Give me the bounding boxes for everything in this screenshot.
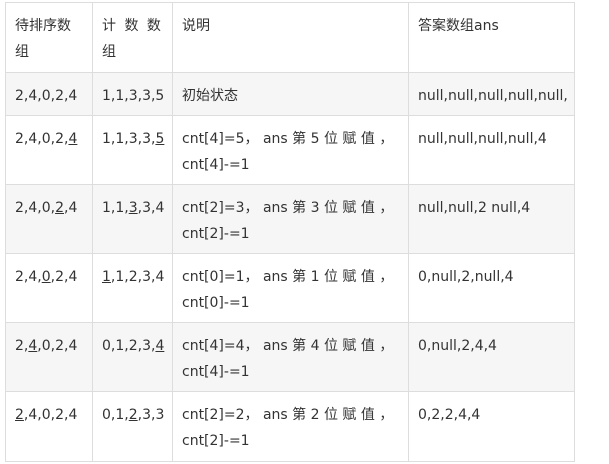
description-line: cnt[2]-=1 xyxy=(182,433,250,449)
cnt-text-before: 0,1,2,3, xyxy=(102,338,156,354)
description-line: cnt[4]-=1 xyxy=(182,364,250,380)
description-line: cnt[0]-=1 xyxy=(182,295,250,311)
arr-text-after: ,4,0,2,4 xyxy=(23,407,78,423)
description-line: cnt[2]=3， ans 第 3 位 赋 值 ， xyxy=(182,200,394,216)
answer-array-cell: null,null,null,null,4 xyxy=(408,115,575,185)
count-array-cell: 0,1,2,3,4 xyxy=(92,322,173,392)
arr-text-before: 2, xyxy=(15,338,29,354)
description-line: cnt[2]=2， ans 第 2 位 赋 值 ， xyxy=(182,407,394,423)
header-cell-unsorted-array: 待排序数组 xyxy=(5,2,93,73)
arr-text-before: 2,4,0,2,4 xyxy=(15,88,78,104)
answer-array-cell: 0,null,2,4,4 xyxy=(408,322,575,392)
table-row: 2,4,0,2,4 1,1,3,3,5 cnt[4]=5， ans 第 5 位 … xyxy=(5,115,575,185)
cnt-highlighted-value: 1 xyxy=(102,269,111,285)
unsorted-array-cell: 2,4,0,2,4 xyxy=(5,184,93,254)
description-cell: cnt[4]=4， ans 第 4 位 赋 值 ， cnt[4]-=1 xyxy=(172,322,409,392)
cnt-text-after: ,3,4 xyxy=(137,200,165,216)
arr-text-before: 2,4,0,2, xyxy=(15,131,69,147)
arr-text-after: ,2,4 xyxy=(50,269,78,285)
header-label: 答案数组ans xyxy=(418,18,499,34)
unsorted-array-cell: 2,4,0,2,4 xyxy=(5,391,93,462)
description-cell: cnt[4]=5， ans 第 5 位 赋 值 ， cnt[4]-=1 xyxy=(172,115,409,185)
table-header-row: 待排序数组 计 数 数组 说明 答案数组ans xyxy=(5,2,575,73)
description-line: cnt[4]-=1 xyxy=(182,157,250,173)
description-cell: cnt[0]=1， ans 第 1 位 赋 值 ， cnt[0]-=1 xyxy=(172,253,409,323)
description-line: cnt[2]-=1 xyxy=(182,226,250,242)
description-line: 初始状态 xyxy=(182,88,238,104)
answer-array-cell: 0,null,2,null,4 xyxy=(408,253,575,323)
arr-highlighted-value: 4 xyxy=(28,338,38,354)
answer-text: null,null,null,null,null, xyxy=(418,88,568,104)
answer-text: null,null,2 null,4 xyxy=(418,200,531,216)
counting-sort-table: 待排序数组 计 数 数组 说明 答案数组ans 2,4,0,2,4 1,1,3,… xyxy=(5,2,575,462)
arr-text-before: 2,4, xyxy=(15,269,42,285)
description-line: cnt[0]=1， ans 第 1 位 赋 值 ， xyxy=(182,269,394,285)
unsorted-array-cell: 2,4,0,2,4 xyxy=(5,115,93,185)
cnt-text-before: 1,1,3,3, xyxy=(102,131,156,147)
arr-highlighted-value: 0 xyxy=(41,269,51,285)
cnt-text-after: ,3,3 xyxy=(137,407,165,423)
answer-text: null,null,null,null,4 xyxy=(418,131,547,147)
cnt-highlighted-value: 5 xyxy=(155,131,165,147)
arr-highlighted-value: 2 xyxy=(15,407,24,423)
table-row: 2,4,0,2,4 1,1,3,3,5 初始状态 null,null,null,… xyxy=(5,72,575,116)
count-array-cell: 1,1,3,3,4 xyxy=(92,184,173,254)
arr-highlighted-value: 4 xyxy=(68,131,78,147)
cnt-highlighted-value: 2 xyxy=(128,407,138,423)
arr-text-after: ,0,2,4 xyxy=(37,338,78,354)
table-row: 2,4,0,2,4 0,1,2,3,4 cnt[4]=4， ans 第 4 位 … xyxy=(5,322,575,392)
header-cell-count-array: 计 数 数组 xyxy=(92,2,173,73)
cnt-text-after: ,1,2,3,4 xyxy=(110,269,165,285)
unsorted-array-cell: 2,4,0,2,4 xyxy=(5,322,93,392)
cnt-highlighted-value: 4 xyxy=(155,338,165,354)
unsorted-array-cell: 2,4,0,2,4 xyxy=(5,72,93,116)
arr-text-before: 2,4,0, xyxy=(15,200,56,216)
cnt-highlighted-value: 3 xyxy=(128,200,138,216)
description-cell: cnt[2]=2， ans 第 2 位 赋 值 ， cnt[2]-=1 xyxy=(172,391,409,462)
header-cell-answer-array: 答案数组ans xyxy=(408,2,575,73)
table-row: 2,4,0,2,4 0,1,2,3,3 cnt[2]=2， ans 第 2 位 … xyxy=(5,391,575,462)
arr-highlighted-value: 2 xyxy=(55,200,64,216)
cnt-text-before: 1,1,3,3,5 xyxy=(102,88,165,104)
answer-text: 0,null,2,null,4 xyxy=(418,269,514,285)
cnt-text-before: 1,1, xyxy=(102,200,129,216)
description-cell: 初始状态 xyxy=(172,72,409,116)
answer-array-cell: 0,2,2,4,4 xyxy=(408,391,575,462)
description-cell: cnt[2]=3， ans 第 3 位 赋 值 ， cnt[2]-=1 xyxy=(172,184,409,254)
cnt-text-before: 0,1, xyxy=(102,407,129,423)
header-label: 待排序数组 xyxy=(15,18,71,60)
arr-text-after: ,4 xyxy=(64,200,78,216)
header-label: 计 数 数组 xyxy=(102,18,163,60)
count-array-cell: 1,1,2,3,4 xyxy=(92,253,173,323)
answer-text: 0,null,2,4,4 xyxy=(418,338,497,354)
count-array-cell: 0,1,2,3,3 xyxy=(92,391,173,462)
description-line: cnt[4]=5， ans 第 5 位 赋 值 ， xyxy=(182,131,394,147)
count-array-cell: 1,1,3,3,5 xyxy=(92,115,173,185)
table-row: 2,4,0,2,4 1,1,2,3,4 cnt[0]=1， ans 第 1 位 … xyxy=(5,253,575,323)
header-label: 说明 xyxy=(182,18,210,34)
unsorted-array-cell: 2,4,0,2,4 xyxy=(5,253,93,323)
count-array-cell: 1,1,3,3,5 xyxy=(92,72,173,116)
header-cell-description: 说明 xyxy=(172,2,409,73)
answer-array-cell: null,null,2 null,4 xyxy=(408,184,575,254)
answer-array-cell: null,null,null,null,null, xyxy=(408,72,575,116)
table-row: 2,4,0,2,4 1,1,3,3,4 cnt[2]=3， ans 第 3 位 … xyxy=(5,184,575,254)
description-line: cnt[4]=4， ans 第 4 位 赋 值 ， xyxy=(182,338,394,354)
answer-text: 0,2,2,4,4 xyxy=(418,407,481,423)
